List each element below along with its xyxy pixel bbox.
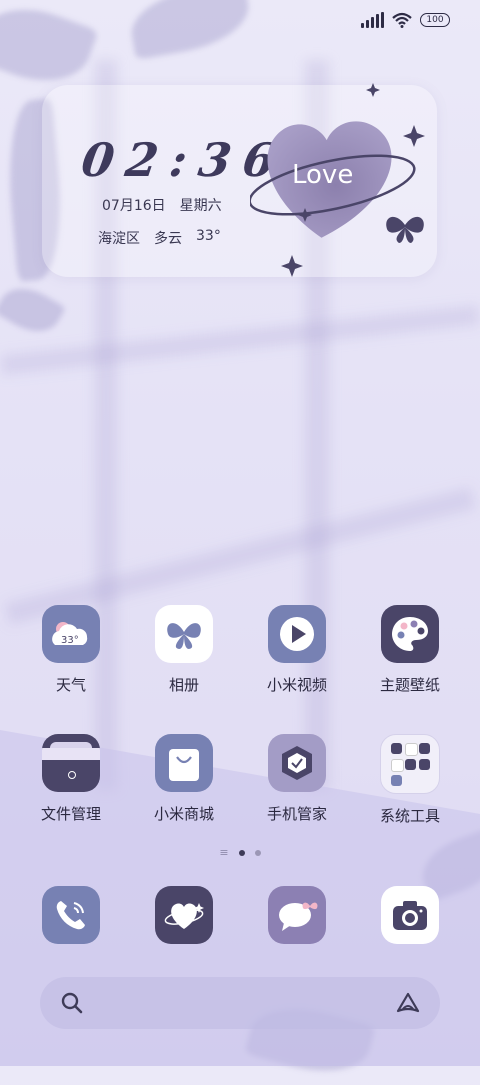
weather-line: 海淀区 多云 33°	[98, 228, 221, 248]
palette-icon	[381, 605, 439, 663]
page-indicator[interactable]: ≡	[0, 846, 480, 859]
app-file-manager[interactable]: 文件管理	[26, 734, 116, 824]
date-line: 07月16日 星期六	[102, 195, 222, 215]
search-icon[interactable]	[60, 991, 84, 1015]
dock-phone[interactable]	[26, 886, 116, 944]
wifi-icon	[392, 12, 412, 28]
weather-icon: 33°	[42, 605, 100, 663]
app-system-tools[interactable]: 系统工具	[365, 734, 455, 826]
app-security[interactable]: 手机管家	[252, 734, 342, 824]
app-label: 文件管理	[40, 805, 101, 823]
app-video[interactable]: 小米视频	[252, 605, 342, 695]
heart-planet-icon	[155, 886, 213, 944]
app-label: 手机管家	[266, 805, 327, 823]
app-label: 小米商城	[153, 805, 214, 823]
signal-icon	[361, 12, 384, 28]
gallery-butterfly-icon	[155, 605, 213, 663]
dock-heart-app[interactable]	[139, 886, 229, 944]
app-label: 主题壁纸	[379, 676, 440, 694]
app-weather[interactable]: 33° 天气	[26, 605, 116, 695]
app-label: 天气	[55, 676, 86, 694]
app-label: 小米视频	[266, 676, 327, 694]
app-themes[interactable]: 主题壁纸	[365, 605, 455, 695]
assistant-icon[interactable]	[394, 991, 422, 1015]
app-label: 相册	[168, 676, 199, 694]
phone-icon	[42, 886, 100, 944]
status-bar: 100	[361, 12, 450, 28]
messages-icon	[268, 886, 326, 944]
temperature-text: 33°	[196, 228, 221, 244]
app-label: 系统工具	[379, 807, 440, 825]
battery-indicator: 100	[420, 13, 450, 27]
shopping-bag-icon	[155, 734, 213, 792]
folder-icon	[42, 734, 100, 792]
security-shield-icon	[268, 734, 326, 792]
search-bar[interactable]	[40, 977, 440, 1029]
video-play-icon	[268, 605, 326, 663]
district-text: 海淀区	[98, 231, 140, 247]
app-mi-store[interactable]: 小米商城	[139, 734, 229, 824]
app-gallery[interactable]: 相册	[139, 605, 229, 695]
clock-weather-widget[interactable]: 02:36 07月16日 星期六 海淀区 多云 33° Love	[42, 83, 437, 277]
svg-text:33°: 33°	[61, 635, 79, 646]
weekday-text: 星期六	[179, 198, 222, 214]
dock-messages[interactable]	[252, 886, 342, 944]
page-dot	[254, 850, 261, 856]
date-text: 07月16日	[102, 198, 166, 214]
svg-text:Love: Love	[292, 160, 353, 190]
dock-camera[interactable]	[365, 886, 455, 944]
weather-text: 多云	[154, 231, 182, 247]
love-heart-art: Love	[250, 83, 425, 277]
menu-lines-icon: ≡	[219, 846, 229, 859]
page-dot-active	[238, 850, 245, 856]
tools-folder-icon	[380, 734, 440, 794]
camera-icon	[381, 886, 439, 944]
